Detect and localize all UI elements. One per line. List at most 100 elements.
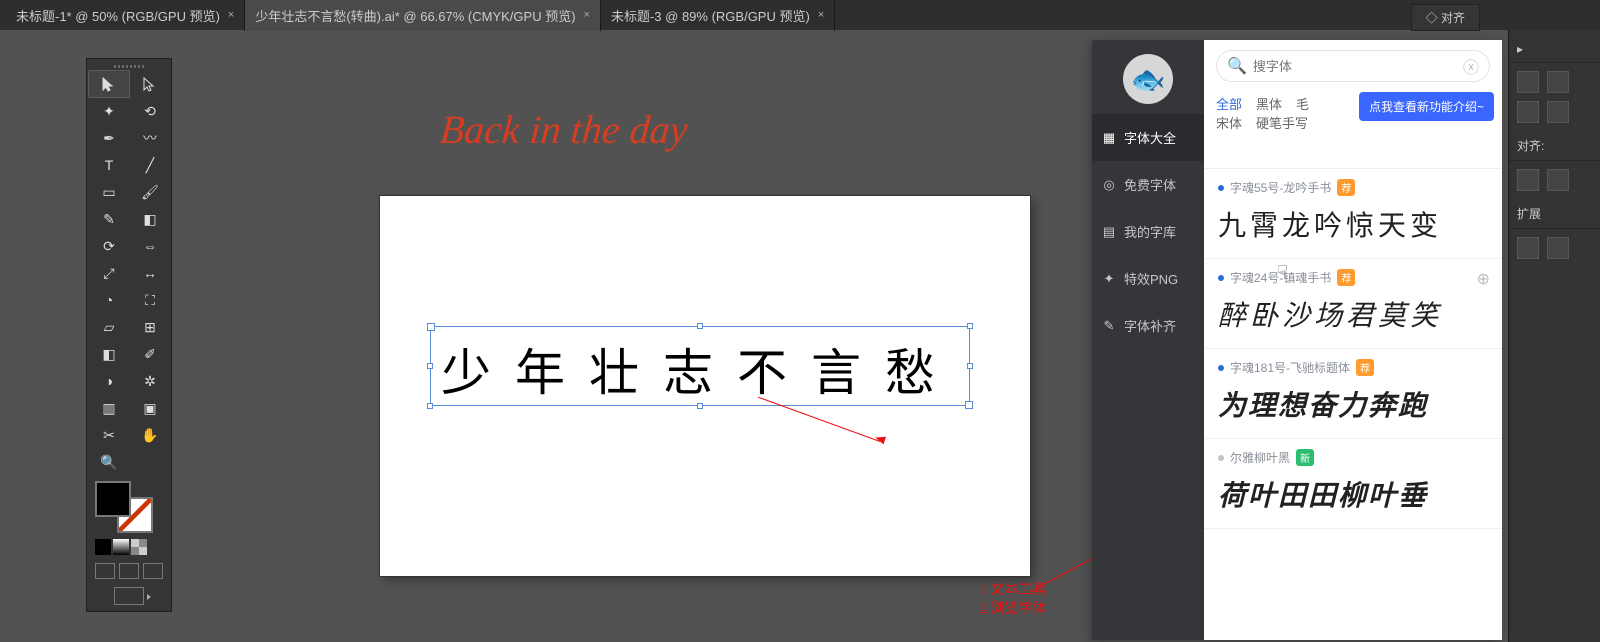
document-tab[interactable]: 少年壮志不言愁(转曲).ai* @ 66.67% (CMYK/GPU 预览)× [245,0,601,31]
document-tab[interactable]: 未标题-3 @ 89% (RGB/GPU 预览) × [601,0,835,31]
symbol-sprayer-tool[interactable]: ✲ [130,368,170,394]
draw-modes[interactable] [89,559,169,583]
dot-icon [1218,365,1224,371]
avatar[interactable]: 🐟 [1123,54,1173,104]
dot-icon [1218,275,1224,281]
font-nav-label: 免费字体 [1124,175,1176,194]
text-frame[interactable]: 少年壮志不言愁 [430,326,970,406]
badge: 荐 [1337,179,1355,196]
paintbrush-tool[interactable]: 🖌 [130,179,170,205]
decorative-title: Back in the day [438,106,690,153]
panel-icon[interactable] [1517,237,1539,259]
panel-icon[interactable] [1517,101,1539,123]
panel-icon[interactable] [1547,237,1569,259]
fx-icon: ✦ [1102,272,1116,286]
lasso-tool[interactable]: ⟲ [130,98,170,124]
align-icon[interactable] [1517,169,1539,191]
blend-tool[interactable]: ◑ [89,368,129,394]
annotation-text: 1 文本工具 [980,579,1047,599]
font-item-name: 字魂55号-龙吟手书荐 [1218,179,1488,196]
font-nav-item[interactable]: ✦ 特效PNG [1092,255,1204,302]
pen-tool[interactable]: ✒ [89,125,129,151]
screen-mode[interactable] [89,583,169,609]
font-item[interactable]: 尔雅柳叶黑新荷叶田田柳叶垂 [1204,439,1502,529]
column-graph-tool[interactable]: ▥ [89,395,129,421]
font-category[interactable]: 宋体 [1216,116,1242,131]
pencil-tool[interactable]: ✎ [89,206,129,232]
clear-icon[interactable]: ⓧ [1463,54,1479,78]
line-tool[interactable]: ╱ [130,152,170,178]
width-tool[interactable]: ↔ [130,260,170,286]
grid-icon: ▦ [1102,131,1116,145]
font-nav-item[interactable]: ◎免费字体 [1092,161,1204,208]
panel-icon[interactable] [1547,101,1569,123]
lib-icon: ▤ [1102,225,1116,239]
right-side-panels: ▸ 对齐: 扩展 [1508,30,1600,642]
font-item[interactable]: 字魂55号-龙吟手书荐九霄龙吟惊天变 [1204,169,1502,259]
color-modes[interactable] [89,535,169,559]
eraser-tool[interactable]: ◧ [130,206,170,232]
hand-tool[interactable]: ✋ [130,422,170,448]
expand-label[interactable]: 扩展 [1509,199,1600,229]
slice-tool[interactable]: ✂ [89,422,129,448]
perspective-tool[interactable]: ▱ [89,314,129,340]
font-nav-label: 字体大全 [1124,128,1176,147]
font-nav-item[interactable]: ✎字体补齐 [1092,302,1204,349]
rectangle-tool[interactable]: ▭ [89,179,129,205]
font-item[interactable]: 字魂181号-飞驰标题体荐为理想奋力奔跑 [1204,349,1502,439]
type-tool[interactable]: T [89,152,129,178]
font-nav-item[interactable]: ▤ 我的字库 [1092,208,1204,255]
close-icon[interactable]: × [584,9,590,21]
artboard[interactable]: 少年壮志不言愁 [380,196,1030,576]
shape-builder-tool[interactable]: ◔ [89,287,129,313]
align-label: 对齐: [1509,131,1600,161]
font-item[interactable]: 字魂24号-镇魂手书荐醉卧沙场君莫笑⊕ [1204,259,1502,349]
fill-color[interactable] [95,481,131,517]
add-icon[interactable]: ⊕ [1477,269,1490,289]
scale-tool[interactable]: ⤢ [89,260,129,286]
dot-icon [1218,185,1224,191]
toolbox-handle[interactable] [89,61,169,71]
font-nav-label: 特效PNG [1124,269,1178,288]
panel-icon[interactable] [1547,71,1569,93]
document-tab[interactable]: 未标题-1* @ 50% (RGB/GPU 预览) × [6,0,245,31]
dot-icon [1218,455,1224,461]
search-input[interactable] [1253,59,1457,74]
magic-wand-tool[interactable]: ✦ [89,98,129,124]
reflect-tool[interactable]: ⇔ [130,233,170,259]
document-tab-label: 未标题-1* @ 50% (RGB/GPU 预览) [16,6,220,25]
artboard-text[interactable]: 少年壮志不言愁 [431,327,969,405]
font-category[interactable]: 硬笔手写 [1256,116,1308,131]
panel-icon[interactable] [1517,71,1539,93]
side-panel-toggle[interactable]: ▸ [1509,36,1600,63]
direct-selection-tool[interactable] [130,71,170,97]
search-icon: 🔍 [1227,56,1247,76]
font-category[interactable]: 毛 [1296,97,1309,112]
font-nav-label: 我的字库 [1124,222,1176,241]
gradient-tool[interactable]: ◧ [89,341,129,367]
annotation-text: 2 浏览字体 [980,598,1047,618]
font-nav-item[interactable]: ▦ 字体大全 [1092,114,1204,161]
font-category[interactable]: 黑体 [1256,97,1282,112]
align-icon[interactable] [1547,169,1569,191]
font-category[interactable]: 全部 [1216,97,1242,112]
free-transform-tool[interactable]: ⛶ [130,287,170,313]
feature-tip[interactable]: 点我查看新功能介绍~ [1359,92,1494,121]
font-search[interactable]: 🔍 ⓧ [1216,50,1490,82]
document-tab-label: 未标题-3 @ 89% (RGB/GPU 预览) [611,6,810,25]
font-item-name: 字魂181号-飞驰标题体荐 [1218,359,1488,376]
mesh-tool[interactable]: ⊞ [130,314,170,340]
eyedropper-tool[interactable]: ✐ [130,341,170,367]
font-list: 字魂55号-龙吟手书荐九霄龙吟惊天变字魂24号-镇魂手书荐醉卧沙场君莫笑⊕字魂1… [1204,168,1502,640]
close-icon[interactable]: × [228,9,234,21]
align-panel-tab[interactable]: ◇ 对齐 [1411,4,1480,31]
selection-tool[interactable] [89,71,129,97]
color-swatches[interactable] [89,479,169,535]
font-item-name: 尔雅柳叶黑新 [1218,449,1488,466]
rotate-tool[interactable]: ⟳ [89,233,129,259]
curvature-tool[interactable]: 〰 [130,125,170,151]
zoom-tool[interactable]: 🔍 [89,449,129,475]
close-icon[interactable]: × [818,9,824,21]
font-nav-label: 字体补齐 [1124,316,1176,335]
artboard-tool[interactable]: ▣ [130,395,170,421]
